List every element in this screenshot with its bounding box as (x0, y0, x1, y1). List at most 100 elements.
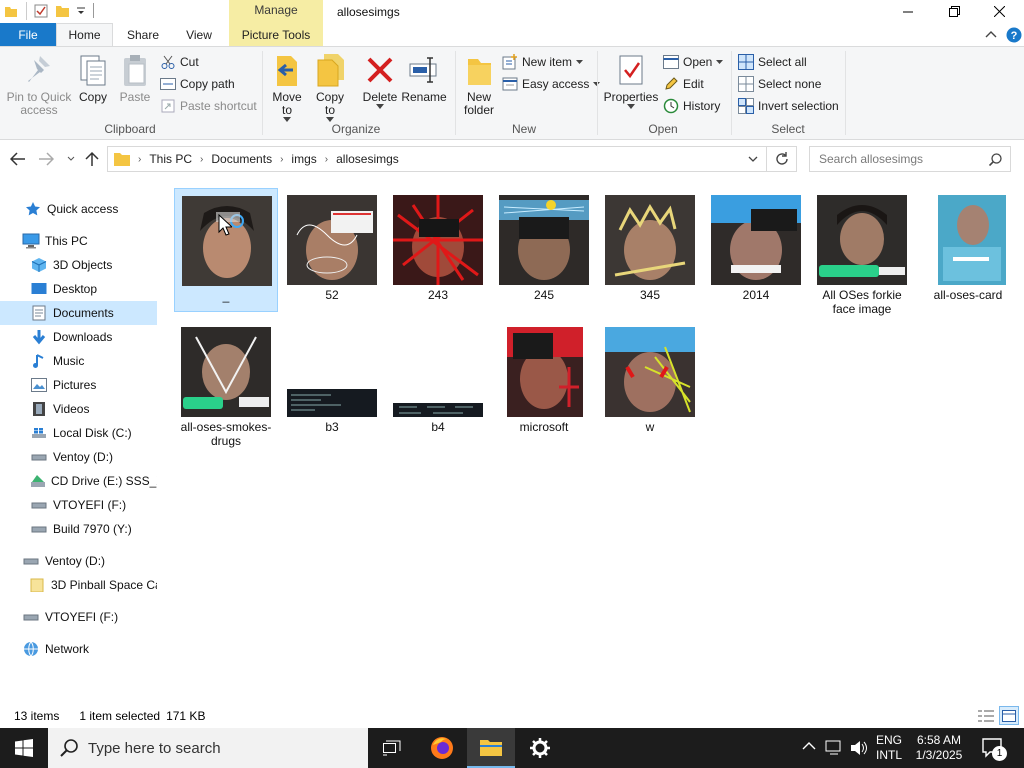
new-folder-button[interactable]: New folder (459, 51, 499, 117)
task-view-button[interactable] (368, 728, 416, 768)
nav-item-vtoyefi-f[interactable]: VTOYEFI (F:) (0, 493, 157, 517)
breadcrumb-documents[interactable]: Documents (207, 152, 276, 166)
action-center-button[interactable]: 1 (982, 738, 1007, 761)
network-tray-icon[interactable] (824, 739, 844, 757)
search-input[interactable]: Search allosesimgs (809, 146, 1011, 172)
recent-locations-chevron-icon[interactable] (67, 156, 75, 162)
rename-button[interactable]: Rename (401, 51, 447, 104)
details-view-icon[interactable] (978, 709, 994, 723)
file-item[interactable]: _ (174, 188, 278, 312)
select-all-button[interactable]: Select all (738, 52, 807, 72)
nav-item-ventoy-d-root[interactable]: Ventoy (D:) (0, 549, 157, 573)
tab-view[interactable]: View (174, 23, 224, 46)
delete-button[interactable]: Delete (360, 51, 400, 109)
address-bar[interactable]: › This PC › Documents › imgs › allosesim… (107, 146, 767, 172)
pin-to-quick-access-button[interactable]: Pin to Quick access (5, 51, 73, 117)
volume-tray-icon[interactable] (850, 739, 868, 757)
file-item[interactable]: b3 (280, 320, 384, 444)
nav-item-pictures[interactable]: Pictures (0, 373, 157, 397)
customize-qa-chevron-icon[interactable] (76, 5, 86, 17)
nav-item-cd-drive-e[interactable]: CD Drive (E:) SSS_X6 (0, 469, 157, 493)
file-item[interactable]: All OSes forkie face image (810, 188, 914, 316)
properties-button[interactable]: Properties (602, 51, 660, 109)
breadcrumb-allosesimgs[interactable]: allosesimgs (332, 152, 403, 166)
chevron-right-icon[interactable]: › (321, 154, 332, 165)
file-item[interactable]: b4 (386, 320, 490, 444)
copy-path-button[interactable]: Copy path (160, 74, 235, 94)
nav-item-music[interactable]: Music (0, 349, 157, 373)
settings-taskbar-button[interactable] (516, 728, 564, 768)
file-item[interactable]: 243 (386, 188, 490, 312)
up-arrow-icon[interactable] (85, 151, 99, 167)
language-indicator[interactable]: ENG INTL (874, 733, 904, 763)
file-item[interactable]: microsoft (492, 320, 596, 444)
nav-item-videos[interactable]: Videos (0, 397, 157, 421)
forward-arrow-icon[interactable] (38, 152, 54, 166)
nav-item-documents[interactable]: Documents (0, 301, 157, 325)
move-to-button[interactable]: Move to (268, 51, 306, 122)
file-explorer-taskbar-button[interactable] (467, 728, 515, 768)
file-item[interactable]: all-oses-smokes-drugs (174, 320, 278, 448)
file-name: 245 (533, 288, 555, 302)
maximize-button[interactable] (931, 0, 977, 23)
paste-button[interactable]: Paste (116, 51, 154, 104)
show-hidden-icons-chevron-icon[interactable] (802, 741, 816, 751)
help-icon[interactable]: ? (1006, 27, 1022, 43)
select-none-button[interactable]: Select none (738, 74, 821, 94)
nav-item-vtoyefi-f-root[interactable]: VTOYEFI (F:) (0, 605, 157, 629)
nav-item-this-pc[interactable]: This PC (0, 229, 157, 253)
nav-item-network[interactable]: Network (0, 637, 157, 661)
nav-item-3d-objects[interactable]: 3D Objects (0, 253, 157, 277)
address-history-chevron-icon[interactable] (748, 156, 758, 162)
file-item[interactable]: 245 (492, 188, 596, 312)
file-item[interactable]: w (598, 320, 702, 444)
title-bar: allosesimgs (0, 0, 1024, 23)
image-thumbnail (923, 195, 1013, 285)
tab-share[interactable]: Share (117, 23, 169, 46)
easy-access-button[interactable]: Easy access (502, 74, 601, 94)
nav-item-local-disk-c[interactable]: Local Disk (C:) (0, 421, 157, 445)
collapse-ribbon-chevron-icon[interactable] (985, 29, 997, 39)
invert-selection-button[interactable]: Invert selection (738, 96, 839, 116)
copy-to-button[interactable]: Copy to (311, 51, 349, 122)
nav-item-pinball-folder[interactable]: 3D Pinball Space Ca (0, 573, 157, 597)
nav-item-desktop[interactable]: Desktop (0, 277, 157, 301)
minimize-button[interactable] (885, 0, 931, 23)
tab-picture-tools[interactable]: Picture Tools (229, 28, 323, 42)
new-folder-icon (461, 51, 497, 89)
taskbar-search-input[interactable]: Type here to search (48, 728, 368, 768)
breadcrumb-this-pc[interactable]: This PC (145, 152, 196, 166)
windows-drive-icon (30, 424, 48, 442)
folder-icon (114, 152, 130, 166)
file-item[interactable]: 2014 (704, 188, 808, 312)
nav-item-ventoy-d[interactable]: Ventoy (D:) (0, 445, 157, 469)
clock[interactable]: 6:58 AM 1/3/2025 (908, 733, 970, 763)
breadcrumb-imgs[interactable]: imgs (287, 152, 320, 166)
nav-item-build-y[interactable]: Build 7970 (Y:) (0, 517, 157, 541)
new-folder-qa-icon[interactable] (55, 3, 71, 19)
large-icons-view-icon[interactable] (999, 706, 1019, 725)
firefox-taskbar-button[interactable] (418, 728, 466, 768)
refresh-button[interactable] (767, 146, 797, 172)
new-item-button[interactable]: New item (502, 52, 584, 72)
tab-file[interactable]: File (0, 23, 56, 46)
back-arrow-icon[interactable] (10, 152, 26, 166)
close-button[interactable] (976, 0, 1022, 23)
nav-label: This PC (45, 234, 88, 248)
chevron-right-icon[interactable]: › (196, 154, 207, 165)
file-item[interactable]: 345 (598, 188, 702, 312)
start-button[interactable] (0, 728, 48, 768)
nav-item-downloads[interactable]: Downloads (0, 325, 157, 349)
file-item[interactable]: all-oses-card (916, 188, 1020, 312)
edit-button[interactable]: Edit (663, 74, 704, 94)
cut-button[interactable]: Cut (160, 52, 199, 72)
paste-shortcut-button[interactable]: Paste shortcut (160, 96, 257, 116)
chevron-right-icon[interactable]: › (276, 154, 287, 165)
open-button[interactable]: Open (663, 52, 724, 72)
properties-qa-icon[interactable] (33, 3, 49, 19)
tab-home[interactable]: Home (56, 23, 113, 46)
copy-button[interactable]: Copy (74, 51, 112, 104)
file-item[interactable]: 52 (280, 188, 384, 312)
history-button[interactable]: History (663, 96, 720, 116)
nav-item-quick-access[interactable]: Quick access (0, 197, 157, 221)
